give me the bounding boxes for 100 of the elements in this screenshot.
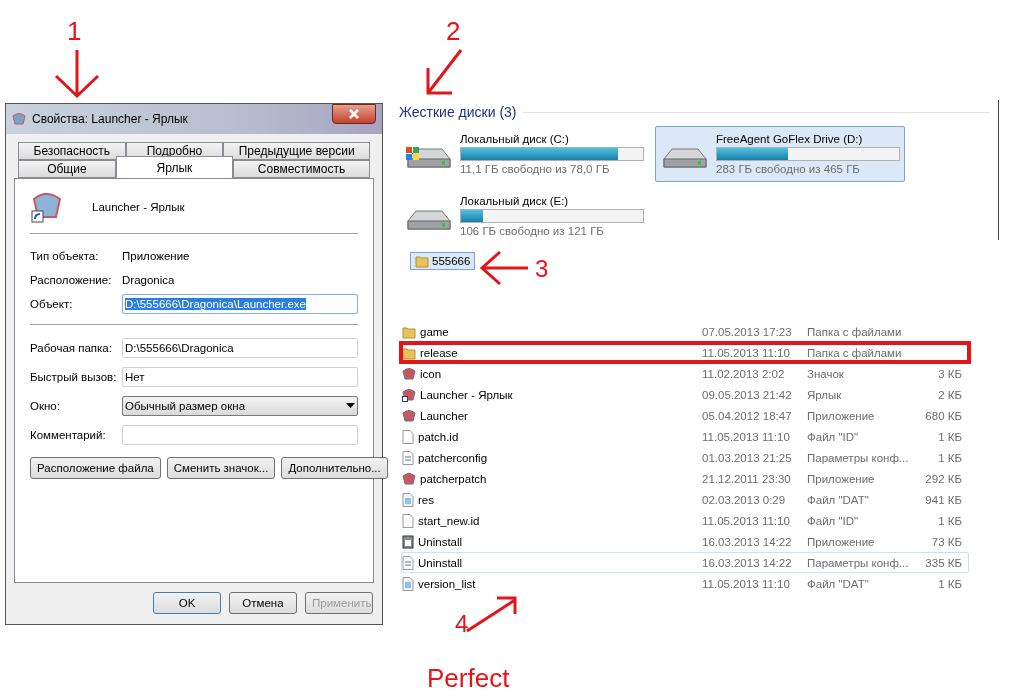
file-type: Файл "ID"	[807, 430, 860, 443]
file-row[interactable]: patch.id 11.05.2013 11:10 Файл "ID" 1 КБ	[401, 426, 969, 447]
file-type: Значок	[807, 367, 845, 380]
file-size: 3 КБ	[937, 367, 962, 380]
field-label: Быстрый вызов:	[30, 370, 118, 383]
shortcut-icon	[30, 191, 62, 223]
tab[interactable]: Общие	[18, 160, 116, 178]
dialog-button[interactable]: Отмена	[229, 592, 297, 614]
target-field[interactable]: D:\555666\Dragonica\Launcher.exe	[122, 294, 358, 314]
settings-file-icon	[402, 555, 414, 570]
file-size: 1 КБ	[937, 514, 962, 527]
file-row[interactable]: Launcher 05.04.2012 18:47 Приложение 680 КБ	[401, 405, 969, 426]
file-date: 11.05.2013 11:10	[702, 346, 791, 359]
drive-item[interactable]: FreeAgent GoFlex Drive (D:) 283 ГБ свободно из 465 ГБ	[655, 126, 905, 182]
file-name: version_list	[418, 577, 477, 590]
folder-icon	[402, 345, 416, 360]
file-type: Ярлык	[807, 388, 843, 401]
app-icon	[402, 471, 416, 486]
file-row[interactable]: Uninstall 16.03.2013 14:22 Параметры конф... 335 КБ	[401, 552, 969, 573]
app-icon	[402, 408, 416, 423]
file-date: 11.02.2013 2:02	[702, 367, 786, 380]
property-label: Тип объекта:	[30, 250, 100, 262]
folder-item[interactable]: 555666	[410, 252, 476, 270]
field-label: Комментарий:	[30, 428, 107, 441]
file-type: Файл "ID"	[807, 514, 860, 527]
field-label: Рабочая папка:	[30, 341, 113, 354]
folder-icon	[415, 254, 429, 268]
property-label: Расположение:	[30, 274, 113, 286]
shortcut-icon	[402, 387, 416, 402]
drive-name: FreeAgent GoFlex Drive (D:)	[716, 133, 864, 145]
file-type: Файл "DAT"	[807, 493, 870, 506]
file-name: Launcher - Ярлык	[420, 388, 514, 401]
app-icon	[402, 366, 416, 381]
file-size: 1 КБ	[937, 430, 962, 443]
file-row[interactable]: version_list 11.05.2013 11:10 Файл "DAT" 1 КБ	[401, 573, 969, 594]
file-size: 292 КБ	[924, 472, 962, 485]
app-icon	[12, 112, 26, 126]
annotation-number: 3	[535, 257, 549, 281]
file-date: 11.05.2013 11:10	[702, 514, 791, 527]
data-file-icon	[402, 576, 414, 591]
file-row[interactable]: release 11.05.2013 11:10 Папка с файлами	[401, 342, 969, 363]
group-title: Жесткие диски (3)	[399, 104, 517, 120]
drive-name: Локальный диск (C:)	[460, 133, 570, 145]
file-row[interactable]: res 02.03.2013 0:29 Файл "DAT" 941 КБ	[401, 489, 969, 510]
file-row[interactable]: icon 11.02.2013 2:02 Значок 3 КБ	[401, 363, 969, 384]
installer-icon	[402, 534, 414, 549]
input-field[interactable]: D:\555666\Dragonica	[122, 337, 358, 358]
property-value: Dragonica	[122, 274, 175, 286]
file-row[interactable]: patcherpatch 21.12.2011 23:30 Приложение 292 КБ	[401, 468, 969, 489]
file-name: icon	[420, 367, 443, 380]
file-name: Uninstall	[418, 556, 464, 569]
file-name: game	[420, 325, 450, 338]
file-name: patch.id	[418, 430, 460, 443]
tab[interactable]: Совместимость	[233, 160, 370, 178]
file-type: Параметры конф...	[807, 451, 910, 464]
file-date: 09.05.2013 21:42	[702, 388, 793, 401]
annotation-caption: Perfect	[427, 665, 510, 691]
tab[interactable]: Ярлык	[115, 156, 234, 178]
file-size: 680 КБ	[924, 409, 962, 422]
arrow	[424, 48, 464, 96]
drive-item[interactable]: Локальный диск (E:) 106 ГБ свободно из 121 ГБ	[399, 188, 649, 244]
drive-item[interactable]: Локальный диск (C:) 11,1 ГБ свободно из 78,0 ГБ	[399, 126, 649, 182]
file-name: patcherconfig	[418, 451, 489, 464]
file-date: 02.03.2013 0:29	[702, 493, 787, 506]
property-value: Приложение	[122, 250, 190, 262]
tab[interactable]: Безопасность	[18, 142, 126, 160]
close-icon	[349, 109, 359, 119]
window-size-dropdown[interactable]: Обычный размер окна	[122, 395, 358, 416]
file-row[interactable]: Launcher - Ярлык 09.05.2013 21:42 Ярлык 2 КБ	[401, 384, 969, 405]
action-button[interactable]: Расположение файла	[30, 457, 161, 479]
input-field[interactable]: Нет	[122, 366, 358, 387]
annotation-number: 2	[446, 18, 461, 44]
drive-name: Локальный диск (E:)	[460, 195, 570, 207]
action-button[interactable]: Дополнительно...	[281, 457, 388, 479]
file-name: Launcher	[420, 409, 469, 422]
file-row[interactable]: game 07.05.2013 17:23 Папка с файлами	[401, 321, 969, 342]
data-file-icon	[402, 492, 414, 507]
file-icon	[402, 513, 414, 528]
file-name: res	[418, 493, 435, 506]
tab[interactable]: Предыдущие версии	[223, 142, 370, 160]
file-date: 16.03.2013 14:22	[702, 535, 793, 548]
file-size: 941 КБ	[924, 493, 962, 506]
file-size: 1 КБ	[937, 451, 962, 464]
arrow	[478, 250, 530, 286]
file-row[interactable]: patcherconfig 01.03.2013 21:25 Параметры конф... 1 КБ	[401, 447, 969, 468]
file-row[interactable]: start_new.id 11.05.2013 11:10 Файл "ID" 1 КБ	[401, 510, 969, 531]
input-field[interactable]	[122, 424, 358, 445]
file-date: 05.04.2012 18:47	[702, 409, 793, 422]
file-type: Приложение	[807, 472, 876, 485]
file-type: Файл "DAT"	[807, 577, 870, 590]
dialog-button[interactable]: OK	[153, 592, 221, 614]
close-button[interactable]	[332, 104, 376, 124]
annotation-number: 4	[455, 612, 469, 636]
folder-icon	[402, 324, 416, 339]
file-row[interactable]: Uninstall 16.03.2013 14:22 Приложение 73 КБ	[401, 531, 969, 552]
field-label: Окно:	[30, 399, 61, 412]
caret-icon	[346, 403, 355, 408]
window-title: Свойства: Launcher - Ярлык	[32, 112, 189, 126]
action-button[interactable]: Сменить значок...	[166, 457, 276, 479]
file-date: 11.05.2013 11:10	[702, 430, 791, 443]
